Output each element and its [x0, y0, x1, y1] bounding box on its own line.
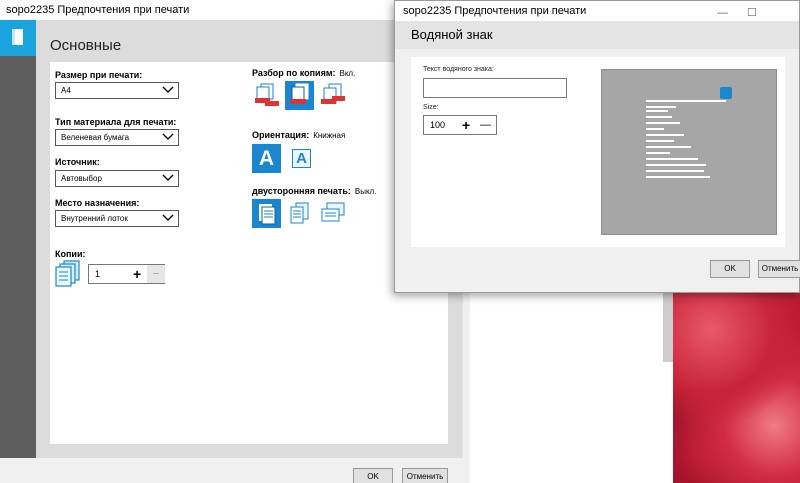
destination-value: Внутренний лоток [61, 214, 128, 223]
preview-line [646, 122, 680, 124]
duplex-long-edge-button[interactable] [285, 199, 314, 228]
preview-line [646, 106, 676, 108]
chevron-down-icon [162, 86, 174, 93]
watermark-dialog-header: Водяной знак [395, 21, 799, 49]
watermark-text-input[interactable] [423, 78, 567, 98]
source-value: Автовыбор [61, 174, 102, 183]
paper-size-value: A4 [61, 86, 71, 95]
source-select[interactable]: Автовыбор [55, 170, 179, 187]
watermark-size-stepper[interactable]: 100 + — [423, 115, 497, 135]
main-window-button-bar: OK Отменить [0, 458, 470, 483]
collate-option-uncollated[interactable] [252, 81, 281, 110]
background-scrollbar[interactable] [663, 292, 673, 362]
preview-line [646, 146, 691, 148]
copies-label: Копии: [55, 249, 86, 259]
minimize-button[interactable]: — [717, 3, 728, 23]
preview-line [646, 140, 674, 142]
one-sided-icon [259, 204, 276, 225]
copies-value: 1 [95, 269, 101, 279]
preview-line [646, 176, 710, 178]
two-sided-short-edge-icon [321, 202, 345, 222]
page-title: Основные [50, 37, 122, 54]
orientation-value: Книжная [313, 131, 346, 140]
preview-line [646, 128, 664, 130]
collate-option-offset[interactable] [318, 81, 347, 110]
preview-line [646, 152, 670, 154]
orientation-options: A A [252, 144, 316, 173]
copies-stack-icon [55, 260, 80, 287]
watermark-text-label: Текст водяного знака: [423, 66, 494, 73]
preview-line [646, 170, 704, 172]
pages-collated-icon [290, 83, 309, 104]
watermark-size-value: 100 [430, 120, 446, 130]
copies-stepper[interactable]: 1 + − [88, 264, 165, 284]
pages-uncollated-icon [255, 83, 279, 106]
chevron-down-icon [162, 174, 174, 181]
preview-line [646, 164, 706, 166]
orientation-label: Ориентация: Книжная [252, 130, 346, 140]
media-type-select[interactable]: Веленевая бумага [55, 129, 179, 146]
destination-select[interactable]: Внутренний лоток [55, 210, 179, 227]
duplex-short-edge-button[interactable] [318, 199, 347, 228]
printer-icon [720, 87, 732, 99]
landscape-a-icon: A [292, 149, 311, 168]
main-ok-button[interactable]: OK [353, 468, 393, 483]
duplex-off-button[interactable] [252, 199, 281, 228]
basic-settings-nav-button[interactable] [0, 20, 36, 56]
collate-label: Разбор по копиям: Вкл. [252, 68, 356, 78]
watermark-settings-panel: Текст водяного знака: Size: 100 + — [411, 57, 785, 247]
duplex-label: двусторонняя печать: Выкл. [252, 186, 377, 196]
collate-options [252, 81, 347, 110]
chevron-down-icon [162, 133, 174, 140]
pages-offset-icon [321, 83, 345, 104]
paper-size-label: Размер при печати: [55, 70, 143, 80]
two-sided-long-edge-icon [290, 202, 309, 224]
watermark-size-decrement-button[interactable]: — [480, 116, 491, 134]
preview-line [646, 158, 698, 160]
watermark-cancel-button[interactable]: Отменить [758, 260, 800, 278]
preview-line [646, 116, 672, 118]
left-navigation-rail [0, 20, 36, 458]
collate-value: Вкл. [339, 69, 356, 78]
main-cancel-button[interactable]: Отменить [402, 468, 448, 483]
media-type-value: Веленевая бумага [61, 133, 130, 142]
preview-line [646, 110, 668, 112]
media-type-label: Тип материала для печати: [55, 117, 177, 127]
orientation-portrait-button[interactable]: A [252, 144, 281, 173]
watermark-size-increment-button[interactable]: + [462, 116, 470, 134]
collate-option-collated[interactable] [285, 81, 314, 110]
watermark-dialog-title: sopo2235 Предпочтения при печати — ☐ [395, 1, 799, 21]
chevron-down-icon [162, 214, 174, 221]
destination-label: Место назначения: [55, 198, 140, 208]
paper-size-select[interactable]: A4 [55, 82, 179, 99]
maximize-button[interactable]: ☐ [747, 3, 757, 23]
book-icon [12, 29, 23, 45]
watermark-ok-button[interactable]: OK [710, 260, 750, 278]
copies-decrement-button[interactable]: − [147, 265, 165, 283]
preview-line [646, 100, 726, 102]
main-window-edge [462, 292, 470, 458]
orientation-landscape-button[interactable]: A [287, 144, 316, 173]
watermark-preview [601, 69, 777, 235]
raspberry-background-image [673, 292, 800, 483]
portrait-a-icon: A [258, 146, 275, 171]
copies-increment-button[interactable]: + [133, 265, 141, 283]
preview-line [646, 134, 684, 136]
duplex-options [252, 199, 347, 228]
source-label: Источник: [55, 157, 100, 167]
duplex-value: Выкл. [354, 187, 377, 196]
basic-settings-panel: Размер при печати: A4 Тип материала для … [50, 62, 448, 444]
watermark-size-label: Size: [423, 104, 439, 111]
watermark-dialog: sopo2235 Предпочтения при печати — ☐ Вод… [394, 0, 800, 293]
